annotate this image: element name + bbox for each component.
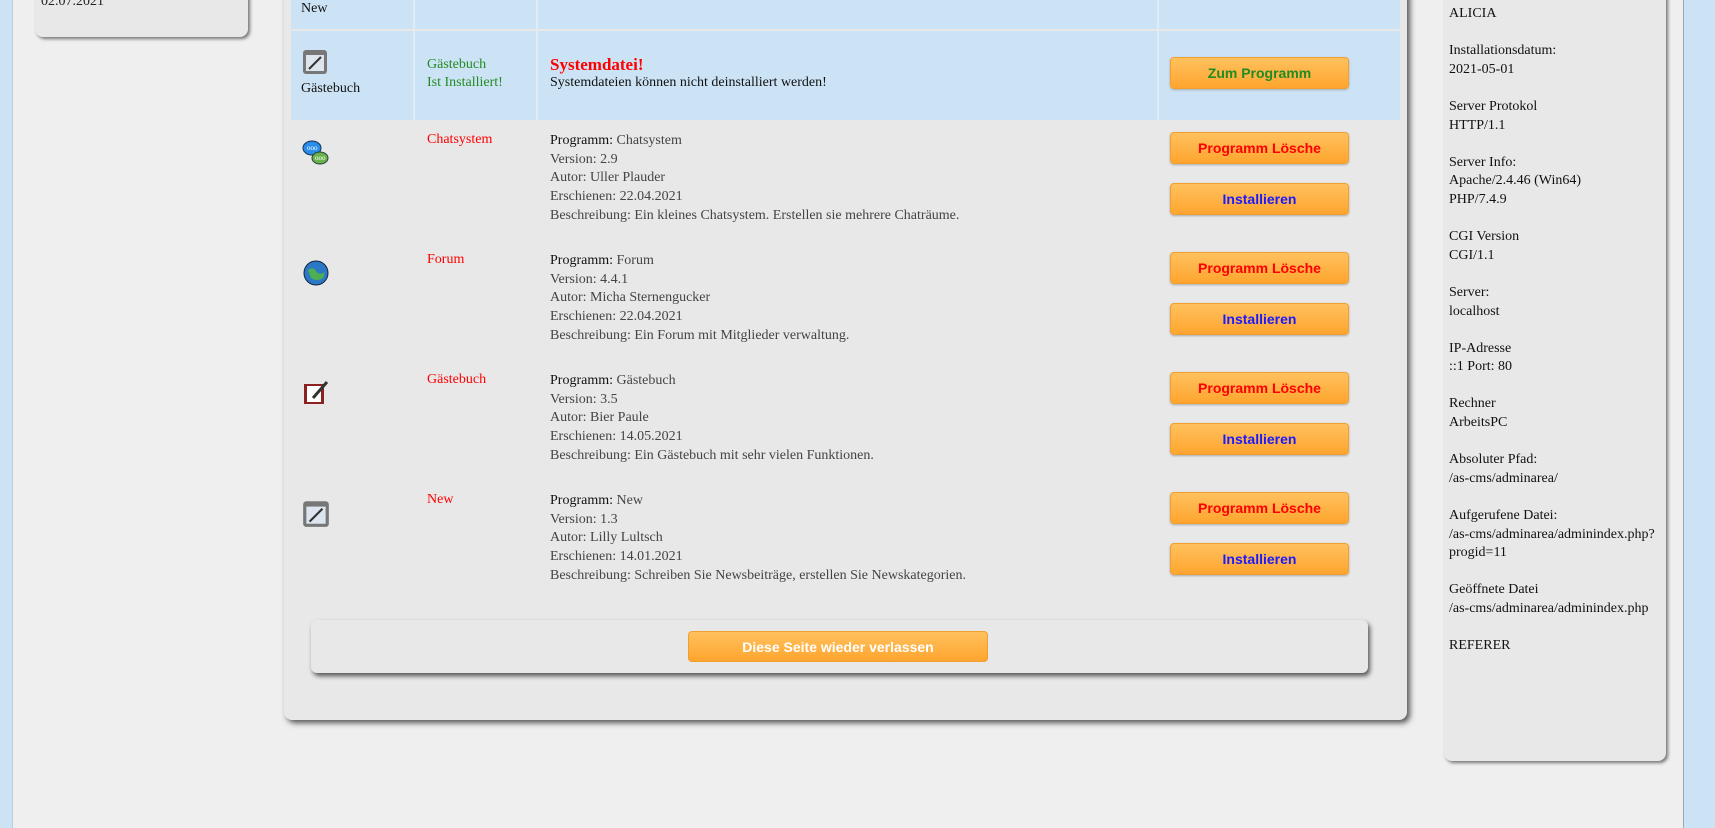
info-label: Server Protokol bbox=[1449, 98, 1538, 114]
description-text: Beschreibung: Schreiben Sie Newsbeiträge… bbox=[550, 567, 966, 583]
install-status: Ist Installiert! bbox=[427, 75, 503, 90]
info-group: REFERER bbox=[1449, 637, 1660, 656]
program-value: Chatsystem bbox=[616, 133, 682, 148]
info-group: Aufgerufene Datei: /as-cms/adminarea/admi… bbox=[1449, 507, 1660, 563]
info-label: Server Info: bbox=[1449, 154, 1517, 170]
author-text: Autor: Bier Paule bbox=[550, 410, 649, 426]
install-button[interactable]: Installieren bbox=[1170, 543, 1349, 575]
info-value: /as-cms/adminarea/ bbox=[1449, 470, 1558, 486]
version-text: Version: 2.9 bbox=[550, 151, 618, 167]
right-border-strip bbox=[1683, 0, 1715, 828]
delete-program-button[interactable]: Programm Lösche bbox=[1170, 132, 1349, 164]
info-value: ALICIA bbox=[1449, 6, 1497, 21]
info-group: Installationsdatum: 2021-05-01 bbox=[1449, 42, 1660, 79]
program-name: Chatsystem bbox=[427, 132, 493, 147]
info-group: Rechner ArbeitsPC bbox=[1449, 395, 1660, 432]
info-group: Server: localhost bbox=[1449, 284, 1660, 321]
info-value: ArbeitsPC bbox=[1449, 415, 1508, 431]
program-value: New bbox=[616, 493, 643, 508]
author-text: Autor: Uller Plauder bbox=[550, 170, 666, 186]
author-text: Autor: Micha Sternengucker bbox=[550, 290, 711, 306]
info-value: localhost bbox=[1449, 303, 1500, 319]
open-program-button[interactable]: Zum Programm bbox=[1170, 57, 1349, 89]
program-name: New bbox=[427, 492, 454, 507]
info-value: CGI/1.1 bbox=[1449, 247, 1495, 263]
release-date-text: Erschienen: 22.04.2021 bbox=[550, 189, 683, 205]
install-button[interactable]: Installieren bbox=[1170, 183, 1349, 215]
program-label: Programm: bbox=[550, 373, 613, 388]
program-value: Gästebuch bbox=[616, 373, 676, 388]
program-label: Programm: bbox=[550, 133, 613, 148]
info-label: REFERER bbox=[1449, 638, 1511, 654]
info-group: IP-Adresse::1 Port: 80 bbox=[1449, 340, 1660, 377]
server-info-sidebar: ALICIA Installationsdatum: 2021-05-01 Serve… bbox=[1444, 0, 1666, 761]
info-label: Installationsdatum: bbox=[1449, 43, 1557, 59]
system-message: Systemdateien können nicht deinstalliert… bbox=[550, 75, 827, 90]
install-button[interactable]: Installieren bbox=[1170, 303, 1349, 335]
info-group: Server Info: Apache/2.4.46 (Win64) PHP/7.4… bbox=[1449, 154, 1660, 210]
program-name: Forum bbox=[427, 252, 465, 267]
program-title: Gästebuch bbox=[427, 57, 487, 72]
description-text: Beschreibung: Ein Gästebuch mit sehr vie… bbox=[550, 447, 874, 463]
version-text: Version: 3.5 bbox=[550, 391, 618, 407]
info-value: /as-cms/adminarea/adminindex.php bbox=[1449, 601, 1649, 616]
notepad-icon bbox=[303, 50, 327, 74]
program-row: Gästebuch Programm: Gästebuch Version: 3… bbox=[291, 360, 1400, 480]
date-text: 02.07.2021 bbox=[41, 0, 104, 9]
info-group: ALICIA bbox=[1449, 5, 1660, 24]
left-border-strip bbox=[0, 0, 13, 828]
info-value: PHP/7.4.9 bbox=[1449, 191, 1507, 207]
info-label: CGI Version bbox=[1449, 229, 1520, 245]
program-name: Gästebuch bbox=[301, 81, 361, 96]
info-label: Server: bbox=[1449, 284, 1490, 300]
program-name: Gästebuch bbox=[427, 372, 487, 387]
program-label: Programm: bbox=[550, 493, 613, 508]
delete-program-button[interactable]: Programm Lösche bbox=[1170, 372, 1349, 404]
release-date-text: Erschienen: 14.01.2021 bbox=[550, 549, 683, 565]
info-label: IP-Adresse bbox=[1449, 340, 1512, 356]
table-row-top: New bbox=[291, 0, 1400, 29]
svg-text:ooo: ooo bbox=[315, 154, 326, 162]
author-text: Autor: Lilly Lultsch bbox=[550, 530, 663, 546]
info-value: Apache/2.4.46 (Win64) bbox=[1449, 173, 1582, 189]
version-text: Version: 4.4.1 bbox=[550, 271, 629, 287]
info-label: Geöffnete Datei bbox=[1449, 582, 1539, 598]
delete-program-button[interactable]: Programm Lösche bbox=[1170, 492, 1349, 524]
info-label: Absoluter Pfad: bbox=[1449, 452, 1538, 468]
delete-program-button[interactable]: Programm Lösche bbox=[1170, 252, 1349, 284]
book-pen-icon bbox=[301, 378, 331, 408]
program-row: ooo ooo Chatsystem Programm: Chatsystem V… bbox=[291, 120, 1400, 240]
leave-box: Diese Seite wieder verlassen bbox=[311, 620, 1368, 673]
info-label: Rechner bbox=[1449, 396, 1496, 412]
install-button[interactable]: Installieren bbox=[1170, 423, 1349, 455]
info-group: Absoluter Pfad: /as-cms/adminarea/ bbox=[1449, 451, 1660, 488]
program-row: Forum Programm: Forum Version: 4.4.1 Aut… bbox=[291, 240, 1400, 360]
system-warning: Systemdatei! bbox=[550, 55, 644, 74]
info-value: /as-cms/adminarea/adminindex.php?progid=… bbox=[1449, 526, 1655, 561]
leave-page-button[interactable]: Diese Seite wieder verlassen bbox=[688, 631, 988, 662]
info-label: Aufgerufene Datei: bbox=[1449, 508, 1558, 524]
table-row-system: Gästebuch Gästebuch Ist Installiert! Syst… bbox=[291, 31, 1400, 120]
program-name: New bbox=[301, 1, 328, 16]
notepad-icon bbox=[301, 498, 331, 528]
svg-text:ooo: ooo bbox=[307, 144, 318, 152]
program-manager-panel: New Gästebuch Gästebuch Ist Installiert! … bbox=[284, 0, 1407, 720]
release-date-text: Erschienen: 22.04.2021 bbox=[550, 309, 683, 325]
left-info-box: 02.07.2021 bbox=[35, 0, 248, 37]
info-value: ::1 Port: 80 bbox=[1449, 359, 1513, 375]
version-text: Version: 1.3 bbox=[550, 511, 618, 527]
program-row: New Programm: New Version: 1.3 Autor: Li… bbox=[291, 480, 1400, 600]
info-group: Server Protokol HTTP/1.1 bbox=[1449, 98, 1660, 135]
program-label: Programm: bbox=[550, 253, 613, 268]
info-value: 2021-05-01 bbox=[1449, 61, 1515, 77]
program-value: Forum bbox=[616, 253, 654, 268]
chat-bubbles-icon: ooo ooo bbox=[301, 138, 331, 168]
release-date-text: Erschienen: 14.05.2021 bbox=[550, 429, 683, 445]
info-group: CGI Version CGI/1.1 bbox=[1449, 228, 1660, 265]
description-text: Beschreibung: Ein Forum mit Mitglieder v… bbox=[550, 327, 850, 343]
info-group: Geöffnete Datei/as-cms/adminarea/adminin… bbox=[1449, 581, 1660, 618]
info-value: HTTP/1.1 bbox=[1449, 117, 1506, 133]
globe-icon bbox=[301, 258, 331, 288]
description-text: Beschreibung: Ein kleines Chatsystem. Er… bbox=[550, 207, 960, 223]
